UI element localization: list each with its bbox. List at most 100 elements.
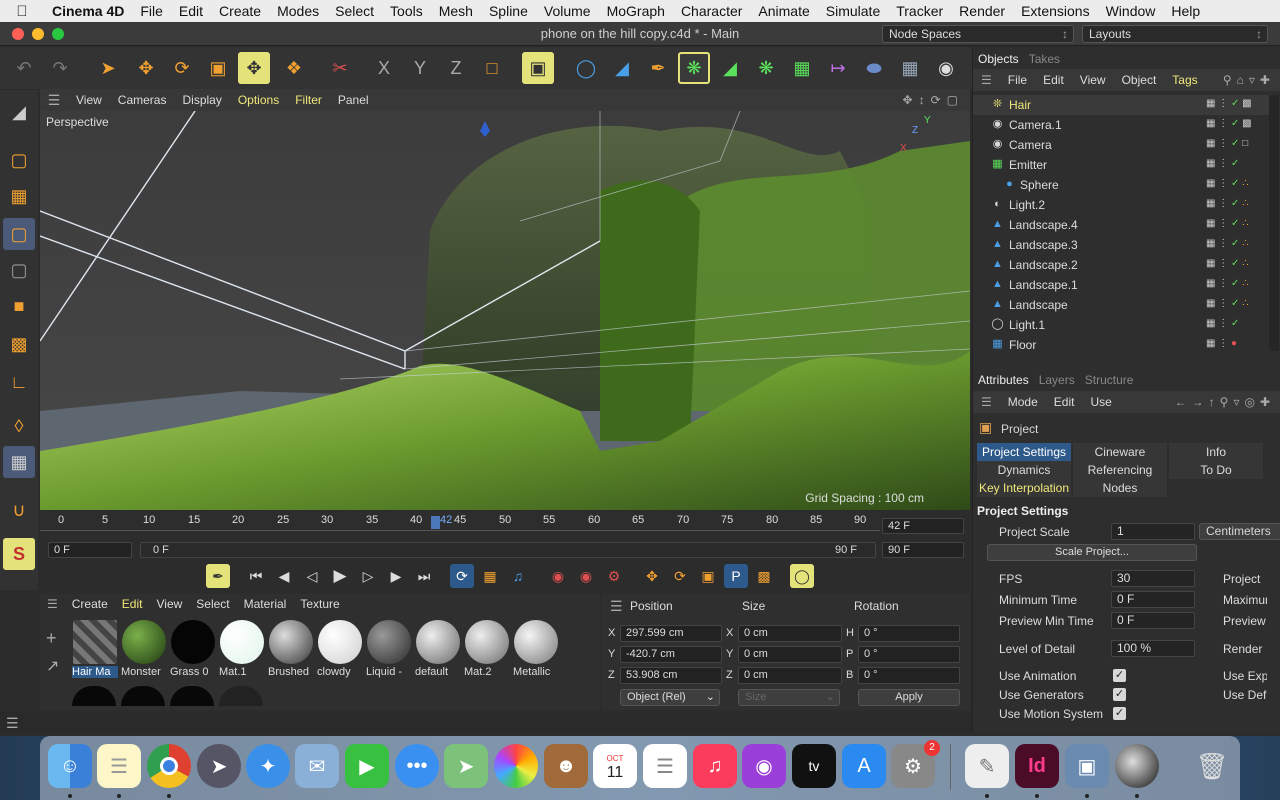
object-status-icons[interactable]: ▦ ⋮ ✓	[1206, 158, 1266, 172]
object-status-icons[interactable]: ▦ ⋮ ✓ ∴	[1206, 178, 1266, 192]
menu-help[interactable]: Help	[1163, 3, 1208, 19]
hamburger-icon[interactable]: ☰	[40, 597, 65, 611]
menu-volume[interactable]: Volume	[536, 3, 599, 19]
material-swatch[interactable]: Hair Ma	[72, 620, 118, 678]
z-axis-lock-icon[interactable]: Z	[440, 52, 472, 84]
coordinate-mode-select[interactable]: Object (Rel) ⌄	[620, 689, 720, 706]
attributes-menu-edit[interactable]: Edit	[1046, 395, 1083, 409]
facetime-icon[interactable]: ▶	[345, 744, 389, 788]
magnet-icon[interactable]: ∪	[3, 494, 35, 526]
material-swatch[interactable]: Brushed	[268, 620, 314, 678]
field-icon[interactable]: ⬬	[858, 52, 890, 84]
preview-icon[interactable]: ▣	[1065, 744, 1109, 788]
object-row[interactable]: ❊ Hair ▦ ⋮ ✓ ▩	[973, 95, 1269, 115]
material-swatch[interactable]: Mat.2	[464, 620, 510, 678]
calendar-icon[interactable]: OCT 11	[593, 744, 637, 788]
object-manager-tools-icons[interactable]: ⚲⌂▿✚	[1223, 73, 1275, 87]
menu-render[interactable]: Render	[951, 3, 1013, 19]
tab-project-settings[interactable]: Project Settings	[977, 443, 1071, 461]
object-row[interactable]: ▲ Landscape.1 ▦ ⋮ ✓ ∴	[973, 275, 1269, 295]
minimize-window-button[interactable]	[32, 28, 44, 40]
material-menu-material[interactable]: Material	[237, 597, 294, 611]
attributes-menu-mode[interactable]: Mode	[1000, 395, 1046, 409]
tab-key-interpolation[interactable]: Key Interpolation	[977, 479, 1071, 497]
object-row[interactable]: ◐ Light.2 ▦ ⋮ ✓ ∴	[973, 195, 1269, 215]
size-z-field[interactable]: 0 cm	[738, 667, 842, 684]
recent-tools-icon[interactable]: ❖	[278, 52, 310, 84]
object-row[interactable]: ▲ Landscape.2 ▦ ⋮ ✓ ∴	[973, 255, 1269, 275]
transform-icon[interactable]: ✥	[238, 52, 270, 84]
pen-icon[interactable]: ✒	[642, 52, 674, 84]
hamburger-icon[interactable]: ☰	[40, 92, 68, 109]
key-parameter-icon[interactable]: P	[724, 564, 748, 588]
objects-menu-tags[interactable]: Tags	[1164, 73, 1205, 87]
object-status-icons[interactable]: ▦ ⋮ ✓ ∴	[1206, 258, 1266, 272]
timeline-ruler[interactable]: 0 5 10 15 20 25 30 35 40 45 50 55 60 65 …	[40, 512, 880, 540]
object-row[interactable]: ◉ Camera ▦ ⋮ ✓ □	[973, 135, 1269, 155]
cinema-4d-icon[interactable]	[1115, 744, 1159, 788]
polygons-mode-icon[interactable]: ■	[3, 290, 35, 322]
tab-cineware[interactable]: Cineware	[1073, 443, 1167, 461]
key-settings-icon[interactable]: ⚙	[602, 564, 626, 588]
end-frame-field[interactable]: 90 F	[882, 542, 964, 558]
render-view-icon[interactable]: ▣	[522, 52, 554, 84]
cube-icon[interactable]: ◢	[606, 52, 638, 84]
next-frame-icon[interactable]: ▷	[356, 564, 380, 588]
viewport-menu-options[interactable]: Options	[230, 93, 287, 107]
maps-icon[interactable]: ➤	[444, 744, 488, 788]
object-status-icons[interactable]: ▦ ⋮ ✓ □	[1206, 138, 1266, 152]
menu-spline[interactable]: Spline	[481, 3, 536, 19]
attributes-menu-use[interactable]: Use	[1082, 395, 1119, 409]
uv-mode-icon[interactable]: ▩	[3, 328, 35, 360]
apple-menu-icon[interactable]: 	[0, 3, 44, 20]
material-swatch[interactable]: Metallic	[513, 620, 559, 678]
current-frame-field[interactable]: 42 F	[882, 518, 964, 534]
tab-nodes[interactable]: Nodes	[1073, 479, 1167, 497]
object-status-icons[interactable]: ▦ ⋮ ✓ ∴	[1206, 298, 1266, 312]
tab-takes[interactable]: Takes	[1024, 52, 1065, 66]
object-status-icons[interactable]: ▦ ⋮ ●	[1206, 338, 1266, 351]
menu-animate[interactable]: Animate	[750, 3, 817, 19]
workplane-lock-icon[interactable]: ▦	[3, 446, 35, 478]
key-scale-icon[interactable]: ▣	[696, 564, 720, 588]
object-status-icons[interactable]: ▦ ⋮ ✓	[1206, 318, 1266, 332]
scale-icon[interactable]: ▣	[202, 52, 234, 84]
apple-tv-icon[interactable]: tv	[792, 744, 836, 788]
menu-edit[interactable]: Edit	[171, 3, 211, 19]
object-list-scrollbar[interactable]	[1269, 95, 1279, 351]
size-mode-select[interactable]: Size ⌄	[738, 689, 840, 706]
apply-material-icon[interactable]: ↗	[46, 656, 59, 676]
timeline-window-icon[interactable]: ◯	[790, 564, 814, 588]
play-icon[interactable]: ▶	[328, 564, 352, 588]
object-status-icons[interactable]: ▦ ⋮ ✓ ∴	[1206, 218, 1266, 232]
layouts-select[interactable]: Layouts ↕	[1082, 25, 1268, 43]
texture-mode-icon[interactable]: ▦	[3, 180, 35, 212]
use-generators-checkbox[interactable]: ✓	[1113, 688, 1126, 701]
material-menu-create[interactable]: Create	[65, 597, 115, 611]
object-status-icons[interactable]: ▦ ⋮ ✓ ∴	[1206, 278, 1266, 292]
close-window-button[interactable]	[12, 28, 24, 40]
menu-create[interactable]: Create	[211, 3, 269, 19]
live-selection-icon[interactable]: ➤	[92, 52, 124, 84]
object-status-icons[interactable]: ▦ ⋮ ✓ ▩	[1206, 98, 1266, 112]
key-point-level-icon[interactable]: ▩	[752, 564, 776, 588]
textedit-icon[interactable]: ✎	[965, 744, 1009, 788]
redo-icon[interactable]: ↷	[44, 52, 76, 84]
record-keys-icon[interactable]: ✒	[206, 564, 230, 588]
preview-min-time-field[interactable]: 0 F	[1111, 612, 1195, 629]
size-y-field[interactable]: 0 cm	[738, 646, 842, 663]
object-status-icons[interactable]: ▦ ⋮ ✓ ▩	[1206, 118, 1266, 132]
start-frame-field[interactable]: 0 F	[48, 542, 132, 558]
chrome-icon[interactable]	[147, 744, 191, 788]
menu-tools[interactable]: Tools	[382, 3, 431, 19]
object-row[interactable]: ▲ Landscape.4 ▦ ⋮ ✓ ∴	[973, 215, 1269, 235]
zoom-window-button[interactable]	[52, 28, 64, 40]
position-y-field[interactable]: -420.7 cm	[620, 646, 722, 663]
photos-icon[interactable]	[494, 744, 538, 788]
podcasts-icon[interactable]: ◉	[742, 744, 786, 788]
objects-menu-object[interactable]: Object	[1114, 73, 1165, 87]
material-preview-partial[interactable]	[72, 686, 116, 706]
tab-objects[interactable]: Objects	[973, 52, 1024, 66]
scale-project-button[interactable]: Scale Project...	[987, 544, 1197, 561]
hamburger-icon[interactable]: ☰	[610, 598, 623, 615]
